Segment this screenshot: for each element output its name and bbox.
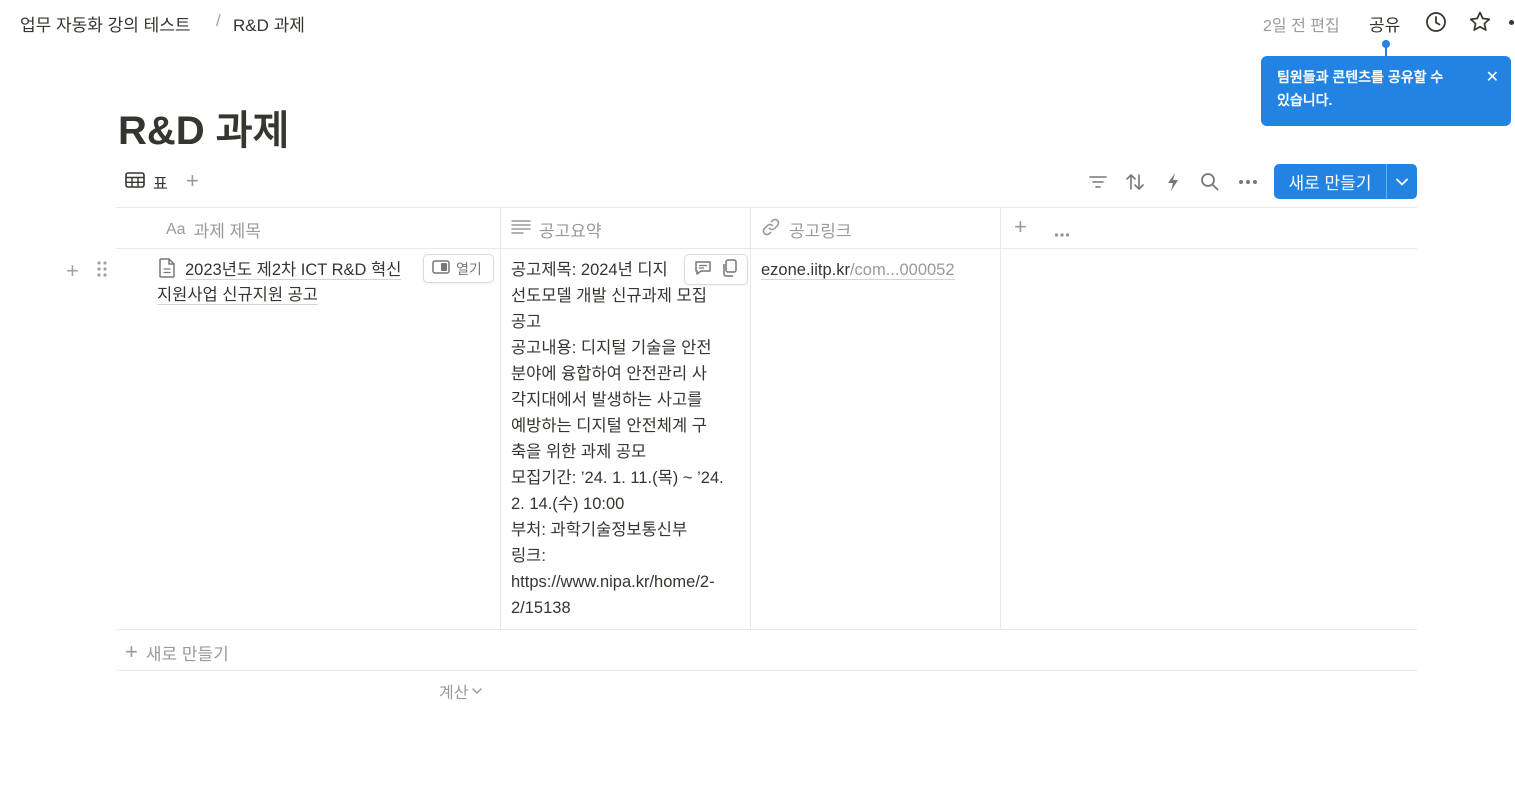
column-header-title[interactable]: Aa 과제 제목 bbox=[166, 217, 261, 242]
table-row-border bbox=[116, 629, 1417, 630]
table-header-border bbox=[116, 248, 1417, 249]
new-row-button[interactable]: + 새로 만들기 bbox=[125, 639, 229, 665]
chevron-down-icon[interactable] bbox=[1387, 164, 1417, 199]
column-header-summary[interactable]: 공고요약 bbox=[511, 217, 602, 242]
summary-line: 분야에 융합하여 안전관리 사 bbox=[511, 365, 707, 383]
summary-line: 각지대에서 발생하는 사고를 bbox=[511, 391, 703, 409]
summary-line: 축을 위한 과제 공모 bbox=[511, 443, 647, 461]
new-row-label: 새로 만들기 bbox=[145, 644, 229, 664]
more-options-icon[interactable] bbox=[1236, 170, 1260, 194]
last-edited: 2일 전 편집 bbox=[1263, 18, 1340, 35]
link-path[interactable]: /com...000052 bbox=[849, 261, 955, 280]
new-button[interactable]: 새로 만들기 bbox=[1274, 164, 1417, 199]
share-tooltip: 팀원들과 콘텐츠를 공유할 수 있습니다. ✕ bbox=[1261, 56, 1511, 126]
summary-line: 2. 14.(수) 10:00 bbox=[511, 495, 625, 513]
calculate-button[interactable]: 계산 bbox=[439, 679, 483, 703]
add-view-icon[interactable]: + bbox=[186, 168, 199, 194]
more-menu-icon[interactable] bbox=[1509, 20, 1514, 25]
sort-icon[interactable] bbox=[1123, 170, 1147, 194]
add-row-icon[interactable]: + bbox=[66, 258, 79, 284]
breadcrumb-workspace[interactable]: 업무 자동화 강의 테스트 bbox=[20, 11, 191, 36]
table-icon bbox=[125, 171, 145, 193]
row-summary-cell[interactable]: 공고제목: 2024년 디지 선도모델 개발 신규과제 모집 공고 공고내용: … bbox=[511, 257, 743, 621]
summary-line: 부처: 과학기술정보통신부 bbox=[511, 521, 688, 539]
add-column-icon[interactable]: + bbox=[1014, 214, 1027, 240]
summary-line: 링크: bbox=[511, 547, 546, 565]
column-options-icon[interactable] bbox=[1054, 225, 1070, 243]
share-button[interactable]: 공유 bbox=[1369, 11, 1400, 36]
link-icon bbox=[761, 217, 781, 242]
open-page-button[interactable]: 열기 bbox=[423, 254, 494, 283]
breadcrumb-page[interactable]: R&D 과제 bbox=[233, 11, 305, 36]
column-divider bbox=[500, 207, 501, 630]
copy-icon[interactable] bbox=[722, 259, 738, 280]
column-header-link[interactable]: 공고링크 bbox=[761, 217, 852, 242]
summary-line: 모집기간: ’24. 1. 11.(목) ~ ’24. bbox=[511, 469, 724, 487]
row-title-line2[interactable]: 지원사업 신규지원 공고 bbox=[157, 282, 318, 308]
column-header-label: 공고요약 bbox=[539, 222, 602, 241]
column-header-label: 과제 제목 bbox=[193, 222, 261, 241]
text-property-icon: Aa bbox=[166, 220, 186, 238]
comment-icon[interactable] bbox=[694, 260, 712, 279]
star-icon[interactable] bbox=[1468, 10, 1492, 34]
clock-icon[interactable] bbox=[1424, 10, 1448, 34]
summary-line: 선도모델 개발 신규과제 모집 bbox=[511, 287, 707, 305]
chevron-down-icon bbox=[472, 682, 483, 700]
side-peek-icon bbox=[432, 260, 450, 277]
table-bottom-border bbox=[116, 670, 1417, 671]
summary-line: 공고 bbox=[511, 313, 542, 331]
summary-cell-actions[interactable] bbox=[684, 254, 748, 285]
plus-icon: + bbox=[125, 639, 138, 664]
summary-line: 2/15138 bbox=[511, 599, 571, 617]
tooltip-pointer-dot bbox=[1382, 40, 1390, 48]
page-document-icon bbox=[158, 258, 176, 283]
automation-lightning-icon[interactable] bbox=[1161, 170, 1185, 194]
column-divider bbox=[1000, 207, 1001, 630]
open-label: 열기 bbox=[456, 260, 482, 277]
row-link-cell[interactable]: ezone.iitp.kr/com...000052 bbox=[761, 257, 955, 283]
summary-line: https://www.nipa.kr/home/2- bbox=[511, 573, 715, 591]
drag-handle-icon[interactable] bbox=[96, 260, 108, 283]
view-tab-table[interactable]: 표 bbox=[125, 170, 168, 194]
table-top-border bbox=[116, 207, 1417, 208]
summary-line: 공고내용: 디지털 기술을 안전 bbox=[511, 339, 712, 357]
column-divider bbox=[750, 207, 751, 630]
new-button-label[interactable]: 새로 만들기 bbox=[1274, 164, 1386, 199]
tooltip-text-line2: 있습니다. bbox=[1277, 92, 1333, 108]
close-icon[interactable]: ✕ bbox=[1486, 66, 1499, 89]
column-header-label: 공고링크 bbox=[789, 222, 852, 241]
search-icon[interactable] bbox=[1198, 170, 1222, 194]
summary-line: 예방하는 디지털 안전체계 구 bbox=[511, 417, 707, 435]
row-title-line1[interactable]: 2023년도 제2차 ICT R&D 혁신 bbox=[185, 257, 402, 283]
text-lines-icon bbox=[511, 219, 531, 240]
page-title[interactable]: R&D 과제 bbox=[118, 98, 289, 156]
calc-label: 계산 bbox=[439, 685, 469, 702]
tooltip-text-line1: 팀원들과 콘텐츠를 공유할 수 bbox=[1277, 69, 1444, 85]
link-domain[interactable]: ezone.iitp.kr bbox=[761, 261, 850, 280]
breadcrumb-separator: / bbox=[216, 11, 221, 30]
filter-icon[interactable] bbox=[1086, 170, 1110, 194]
view-tab-label: 표 bbox=[153, 176, 168, 193]
